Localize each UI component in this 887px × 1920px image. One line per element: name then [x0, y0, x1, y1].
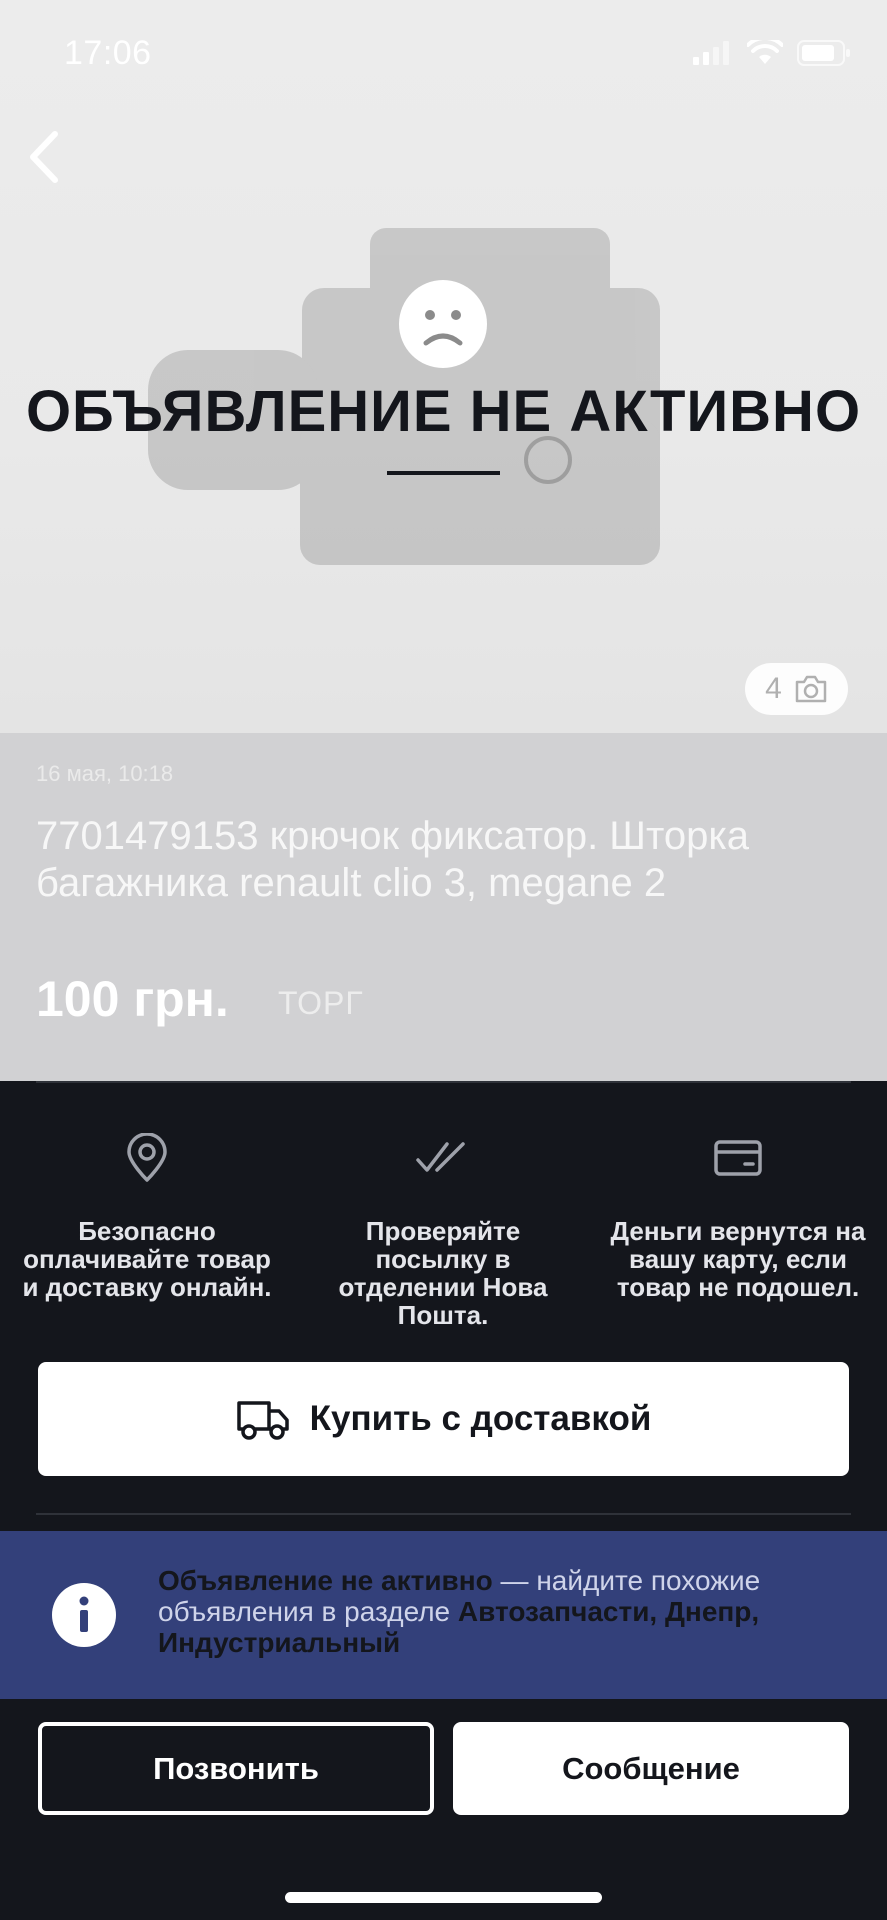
benefit-item-secure-pay: Безопасно оплачивайте товар и доставку о…	[17, 1121, 277, 1301]
message-button[interactable]: Сообщение	[453, 1722, 849, 1815]
inactive-info-banner[interactable]: Объявление не активно — найдите похожие …	[0, 1531, 887, 1699]
benefit-item-money-back: Деньги вернутся на вашу карту, если това…	[608, 1121, 868, 1301]
sad-face-icon	[399, 280, 487, 368]
location-pin-icon	[127, 1133, 167, 1182]
signal-icon	[693, 41, 729, 65]
divider	[36, 1081, 851, 1083]
price: 100 грн.	[36, 971, 229, 1027]
buy-button-label: Купить с доставкой	[309, 1399, 652, 1438]
benefit-text: Проверяйте посылку в отделении Нова Пошт…	[338, 1216, 548, 1330]
back-button[interactable]	[14, 122, 74, 192]
photo-count: 4	[765, 672, 782, 705]
bottom-action-bar: Позвонить Сообщение	[0, 1699, 887, 1920]
camera-icon	[795, 675, 827, 703]
inactive-title: ОБЪЯВЛЕНИЕ НЕ АКТИВНО	[25, 379, 862, 444]
benefit-text: Деньги вернутся на вашу карту, если това…	[610, 1216, 866, 1302]
double-check-icon	[416, 1142, 465, 1172]
credit-card-icon	[714, 1140, 762, 1176]
negotiable-tag: ТОРГ	[278, 985, 364, 1021]
chevron-left-icon	[30, 131, 58, 183]
listing-details: 16 мая, 10:18 7701479153 крючок фиксатор…	[0, 733, 887, 1081]
status-bar: 17:06	[0, 0, 887, 110]
post-date: 16 мая, 10:18	[36, 761, 174, 786]
info-icon	[52, 1583, 116, 1647]
status-icons	[693, 40, 851, 66]
buy-with-delivery-button[interactable]: Купить с доставкой	[38, 1362, 849, 1476]
benefit-item-check-parcel: Проверяйте посылку в отделении Нова Пошт…	[313, 1121, 573, 1329]
delivery-benefits: Безопасно оплачивайте товар и доставку о…	[0, 1081, 887, 1531]
battery-icon	[797, 40, 850, 66]
info-text: Объявление не активно — найдите похожие …	[158, 1565, 858, 1658]
product-photo-area[interactable]: 17:06 ОБЪЯВЛЕНИЕ НЕ АКТИВНО 4	[0, 0, 887, 733]
home-indicator[interactable]	[285, 1892, 602, 1903]
listing-title: 7701479153 крючок фиксатор. Шторка багаж…	[36, 814, 749, 905]
benefit-text: Безопасно оплачивайте товар и доставку о…	[22, 1216, 272, 1302]
call-button[interactable]: Позвонить	[38, 1722, 434, 1815]
photo-count-badge[interactable]: 4	[745, 663, 848, 715]
truck-icon	[236, 1401, 289, 1440]
status-time: 17:06	[64, 34, 152, 72]
title-underline	[387, 471, 500, 475]
divider	[36, 1513, 851, 1515]
wifi-icon	[747, 40, 783, 64]
info-bold-lead: Объявление не активно	[158, 1565, 493, 1596]
